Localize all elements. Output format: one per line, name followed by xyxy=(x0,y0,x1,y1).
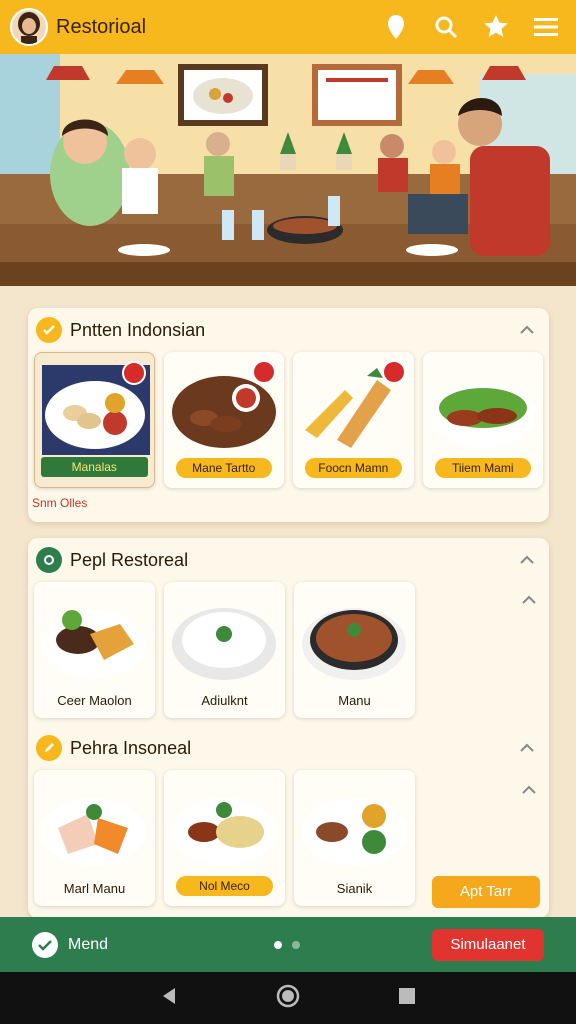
collapse-chevron-icon[interactable] xyxy=(513,316,541,344)
bottom-action-bar: Mend Simulaanet xyxy=(0,917,576,972)
app-title: Restorioal xyxy=(56,15,147,38)
menu-label[interactable]: Mend xyxy=(68,936,108,954)
system-nav-bar xyxy=(0,972,576,1024)
dish-list: Manalas Mane Tartto Foocn Mamn Tiiem Mam… xyxy=(28,352,549,488)
section-title: Pntten Indonsian xyxy=(70,319,206,340)
app-root: Restorioal Pntten Indonsian Manalas Mane… xyxy=(0,0,576,1024)
avatar[interactable] xyxy=(10,8,48,46)
dish-label: Manu xyxy=(338,693,371,708)
promo-badge xyxy=(121,361,146,385)
circle-icon xyxy=(36,547,62,573)
back-icon[interactable] xyxy=(159,986,179,1011)
dish-image xyxy=(172,608,276,680)
promo-badge xyxy=(381,360,406,384)
dish-card[interactable]: Adiulknt xyxy=(164,582,285,718)
check-icon[interactable] xyxy=(32,931,58,958)
simulate-button[interactable]: Simulaanet xyxy=(432,928,544,961)
collapse-chevron-icon[interactable] xyxy=(513,734,541,762)
page-indicator xyxy=(274,941,300,949)
dish-image xyxy=(430,384,535,448)
dish-label: Adiulknt xyxy=(201,693,248,708)
promo-badge xyxy=(252,360,276,384)
dish-label: Sianik xyxy=(336,881,373,896)
dish-list: Ceer Maolon Adiulknt Manu xyxy=(28,582,549,718)
dish-image xyxy=(302,608,406,680)
dish-label: Mane Tartto xyxy=(175,458,272,478)
star-icon[interactable] xyxy=(482,13,510,41)
page-dot[interactable] xyxy=(292,941,300,949)
app-header: Restorioal xyxy=(0,0,576,54)
dish-label: Nol Meco xyxy=(176,876,273,896)
home-icon[interactable] xyxy=(276,984,300,1013)
expand-chevron-icon[interactable] xyxy=(515,776,543,804)
dish-card[interactable]: Tiiem Mami xyxy=(422,352,543,488)
section-title: Pehra Insoneal xyxy=(70,737,192,758)
collapse-chevron-icon[interactable] xyxy=(513,546,541,574)
menu-icon[interactable] xyxy=(532,13,560,41)
dish-card[interactable]: Ceer Maolon xyxy=(34,582,155,718)
check-shield-icon xyxy=(36,317,62,343)
dish-image xyxy=(302,798,406,866)
search-icon[interactable] xyxy=(432,13,460,41)
dish-card[interactable]: Nol Meco xyxy=(164,770,285,906)
dish-card[interactable]: Manalas xyxy=(34,352,155,488)
dish-label: Foocn Mamn xyxy=(305,458,402,478)
dish-card[interactable]: Manu xyxy=(294,582,415,718)
recents-icon[interactable] xyxy=(397,986,417,1011)
pencil-icon xyxy=(36,735,62,761)
hint-text[interactable]: Snm Olles xyxy=(28,488,549,510)
dish-card[interactable]: Mane Tartto xyxy=(163,352,284,488)
dish-label: Marl Manu xyxy=(63,881,126,896)
hero-illustration xyxy=(0,54,576,286)
section-restaurant-card: Pepl Restoreal Ceer Maolon Adiulknt Manu… xyxy=(28,538,549,918)
dish-image xyxy=(42,610,146,678)
dish-card[interactable]: Marl Manu xyxy=(34,770,155,906)
dish-label: Ceer Maolon xyxy=(57,693,132,708)
dish-label: Tiiem Mami xyxy=(434,458,531,478)
section-indonesian-card: Pntten Indonsian Manalas Mane Tartto Foo… xyxy=(28,308,549,522)
page-dot-active[interactable] xyxy=(274,941,282,949)
section-title: Pepl Restoreal xyxy=(70,549,189,570)
dish-image xyxy=(42,798,146,866)
dish-card[interactable]: Sianik xyxy=(294,770,415,906)
dish-label: Manalas xyxy=(41,457,148,477)
pin-icon[interactable] xyxy=(382,13,410,41)
expand-chevron-icon[interactable] xyxy=(515,586,543,614)
dish-image xyxy=(172,798,276,866)
dish-card[interactable]: Foocn Mamn xyxy=(293,352,414,488)
cta-button[interactable]: Apt Tarr xyxy=(432,876,540,908)
